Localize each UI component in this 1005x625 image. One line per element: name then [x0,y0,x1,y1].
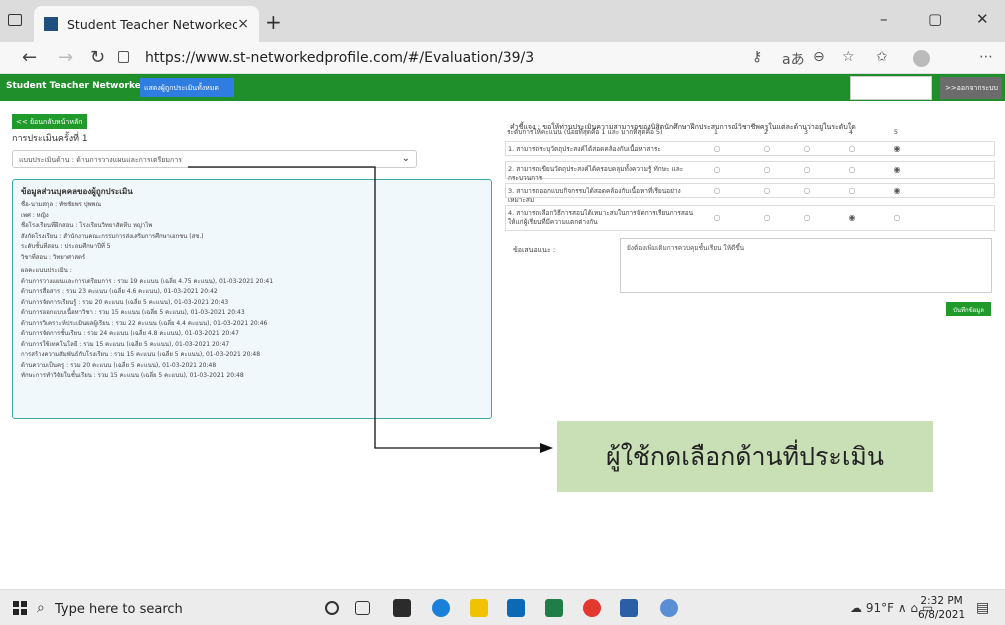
annotation-callout: ผู้ใช้กดเลือกด้านที่ประเมิน [557,421,933,492]
task-view-icon[interactable] [355,601,370,615]
chrome-icon[interactable] [583,599,601,617]
weather-temp: 91°F [865,601,894,615]
cortana-icon[interactable] [325,601,339,615]
excel-icon[interactable] [545,599,563,617]
edge-icon[interactable] [432,599,450,617]
annotation-arrow [188,166,553,453]
word-icon[interactable] [620,599,638,617]
taskbar-search-input[interactable]: Type here to search [55,602,183,617]
clock-time: 2:32 PM [920,595,963,607]
notifications-icon[interactable]: ▤ [976,600,989,616]
windows-start-icon[interactable] [13,601,27,615]
taskbar-clock[interactable]: 2:32 PM 6/8/2021 [918,594,965,622]
weather-icon: ☁ [850,601,866,615]
browser-app-icon[interactable] [660,599,678,617]
store-icon[interactable] [393,599,411,617]
file-explorer-icon[interactable] [470,599,488,617]
mail-icon[interactable] [507,599,525,617]
windows-taskbar: ⌕ Type here to search ☁ 91°F ∧ ⌂ ▭ 2:32 … [0,589,1005,625]
clock-date: 6/8/2021 [918,609,966,621]
search-icon: ⌕ [37,600,45,616]
